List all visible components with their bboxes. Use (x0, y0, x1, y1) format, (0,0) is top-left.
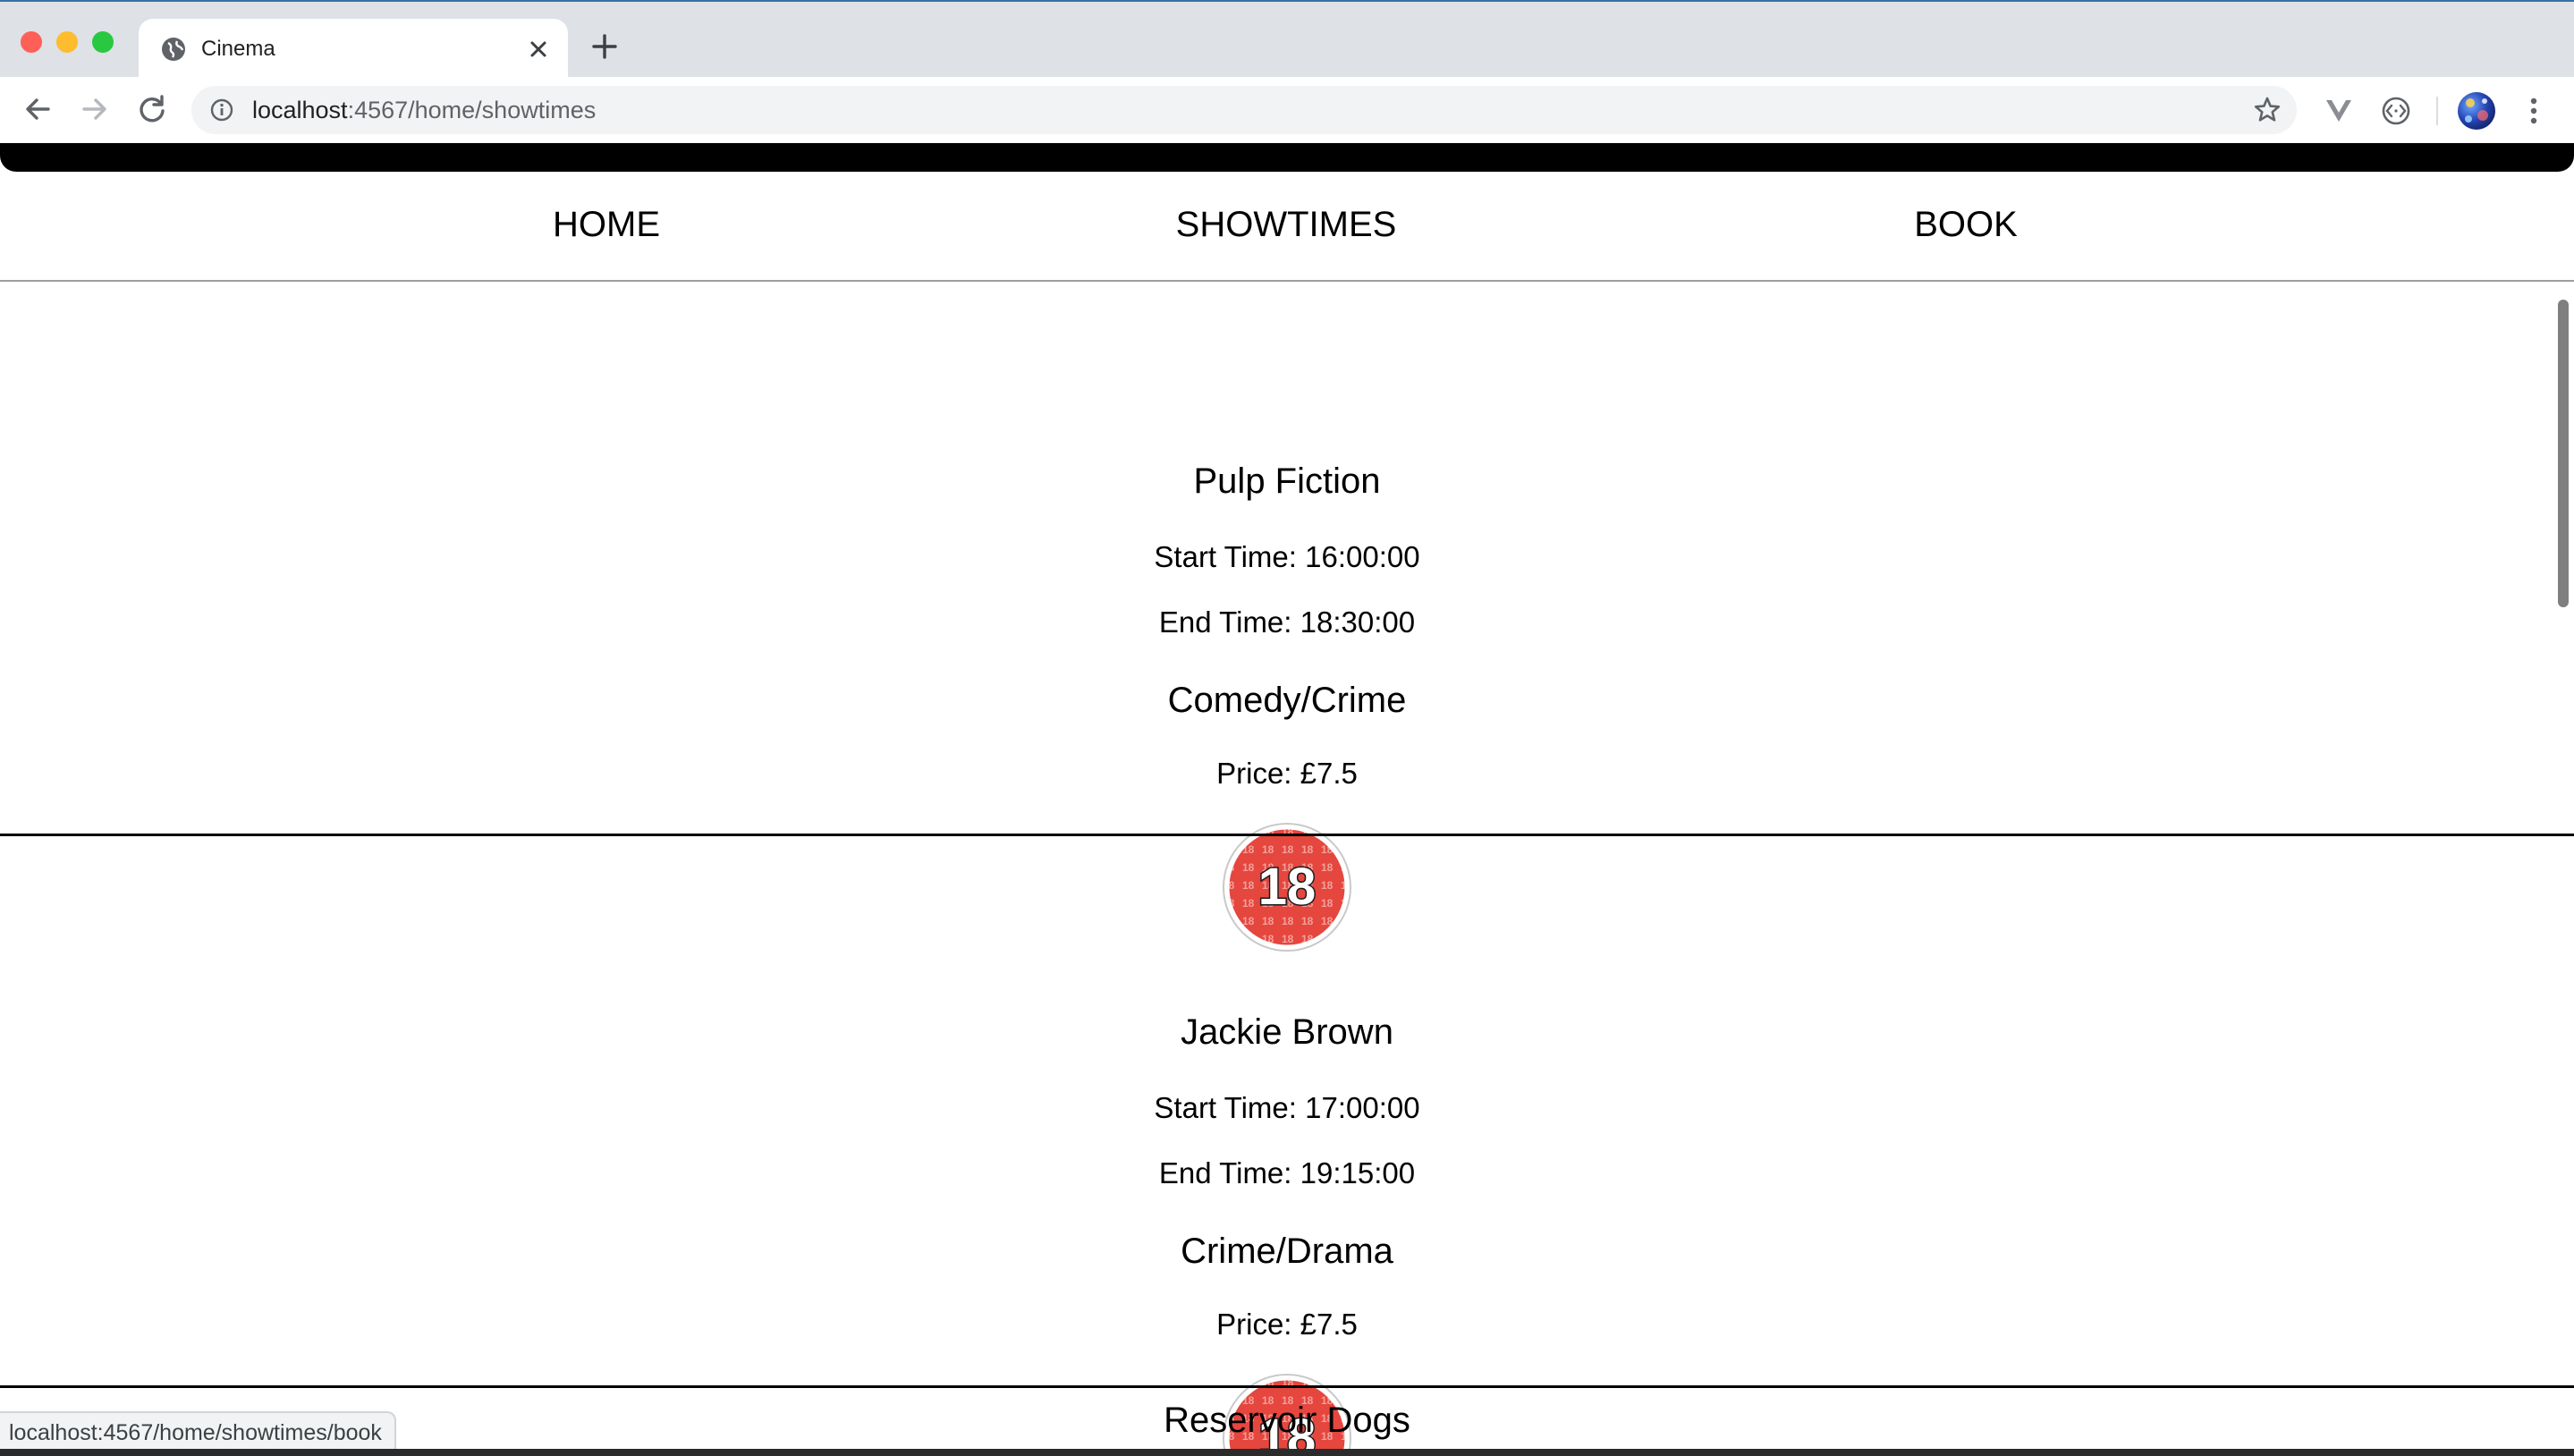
nav-link-book[interactable]: BOOK (1914, 202, 2018, 247)
site-navigation: HOME SHOWTIMES BOOK (0, 172, 2574, 282)
arrow-left-icon[interactable] (18, 89, 57, 129)
movie-divider (0, 834, 2574, 836)
tab-title: Cinema (201, 37, 275, 61)
genre: Crime/Drama (1181, 1232, 1393, 1271)
scrollbar-thumb[interactable] (2558, 300, 2569, 607)
star-icon[interactable] (2252, 95, 2282, 125)
url-path: :4567/home/showtimes (347, 97, 597, 123)
nav-link-showtimes[interactable]: SHOWTIMES (1176, 202, 1397, 247)
address-bar[interactable]: localhost:4567/home/showtimes (191, 86, 2297, 134)
url-text[interactable]: localhost:4567/home/showtimes (252, 97, 596, 123)
close-window-button[interactable] (21, 31, 42, 53)
kebab-menu-icon[interactable] (2520, 93, 2547, 129)
active-tab[interactable]: Cinema (139, 19, 568, 79)
movie-card: Pulp Fiction Start Time: 16:00:00 End Ti… (0, 286, 2574, 952)
window-bottom-edge (0, 1449, 2574, 1456)
browser-window: Cinema localhost:4567/home/showtimes HOM… (0, 0, 2574, 1456)
globe-icon (162, 38, 185, 61)
plus-icon[interactable] (587, 29, 622, 64)
maximize-window-button[interactable] (92, 31, 114, 53)
movie-title: Pulp Fiction (1193, 461, 1381, 501)
arrow-right-icon[interactable] (75, 89, 114, 129)
genre: Comedy/Crime (1167, 681, 1407, 720)
price: Price: £7.5 (1216, 757, 1358, 790)
profile-avatar[interactable] (2458, 92, 2495, 130)
toolbar-separator (2436, 97, 2438, 125)
page-viewport: HOME SHOWTIMES BOOK Pulp Fiction Start T… (0, 143, 2574, 1456)
vertical-scrollbar[interactable] (2554, 282, 2574, 1456)
start-time: Start Time: 16:00:00 (1154, 540, 1420, 573)
end-time: End Time: 19:15:00 (1158, 1156, 1416, 1189)
movie-title: Jackie Brown (1181, 1012, 1393, 1052)
code-extension-icon[interactable] (2380, 95, 2412, 127)
movie-card: Jackie Brown Start Time: 17:00:00 End Ti… (0, 839, 2574, 1456)
start-time: Start Time: 17:00:00 (1154, 1091, 1420, 1124)
header-bar (0, 143, 2574, 172)
close-icon[interactable] (523, 34, 554, 64)
end-time: End Time: 18:30:00 (1158, 605, 1416, 639)
link-status-bubble: localhost:4567/home/showtimes/book (0, 1411, 396, 1452)
tab-strip: Cinema (0, 0, 2574, 79)
info-icon[interactable] (209, 97, 234, 123)
price: Price: £7.5 (1216, 1308, 1358, 1341)
nav-link-home[interactable]: HOME (553, 202, 660, 247)
browser-toolbar: localhost:4567/home/showtimes (0, 77, 2574, 143)
minimize-window-button[interactable] (56, 31, 78, 53)
url-host: localhost (252, 97, 348, 123)
vee-extension-icon[interactable] (2323, 95, 2355, 127)
reload-icon[interactable] (132, 89, 172, 129)
